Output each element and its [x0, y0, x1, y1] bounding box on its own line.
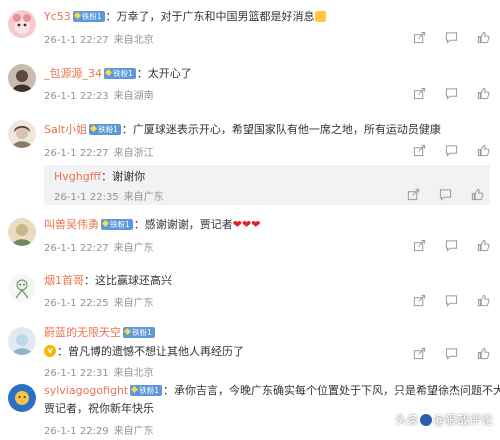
username-link[interactable]: 蔚蓝的无限天空: [44, 326, 121, 339]
username-link[interactable]: _包源源_34: [44, 67, 102, 80]
comment-actions: [394, 143, 490, 157]
comment-location: 来自广东: [113, 426, 154, 437]
comment-time: 26-1-1 22:27: [44, 243, 109, 254]
comment-line: Yc53 铁粉1 ：万幸了，对于广东和中国男篮都是好消息: [44, 9, 326, 25]
share-icon[interactable]: [412, 293, 426, 307]
comment-text: ：万幸了，对于广东和中国男篮都是好消息: [105, 10, 315, 23]
comment-location: 来自广东: [113, 298, 154, 309]
thumbs-up-emoji-icon: [314, 10, 326, 22]
share-icon[interactable]: [412, 86, 426, 100]
comment-icon[interactable]: [444, 346, 458, 360]
fan-badge: 铁粉1: [104, 67, 136, 79]
reply-location: 来自广东: [123, 192, 164, 203]
share-icon[interactable]: [412, 143, 426, 157]
avatar[interactable]: [8, 10, 36, 38]
comment-location: 来自北京: [113, 35, 154, 46]
comment-line: Salt小姐 铁粉1 ：广厦球迷表示开心，希望国家队有他一席之地，所有运动员健康: [44, 122, 441, 138]
username-link[interactable]: 叫兽吴伟勇: [44, 218, 99, 231]
share-icon[interactable]: [412, 346, 426, 360]
avatar[interactable]: [8, 120, 36, 148]
like-icon[interactable]: [476, 293, 490, 307]
comment-meta: 26-1-1 22:31 来自北京: [44, 364, 154, 379]
comment-line: 叫兽吴伟勇 铁粉1 ：感谢谢谢，贾记者❤❤❤: [44, 217, 260, 233]
comment-meta: 26-1-1 22:27 来自北京: [44, 31, 154, 46]
username-link[interactable]: sylviagogofight: [44, 384, 128, 397]
comment-text: ：这比赢球还高兴: [84, 274, 172, 287]
like-icon[interactable]: [476, 30, 490, 44]
comment-time: 26-1-1 22:27: [44, 35, 109, 46]
comment-icon[interactable]: [444, 238, 458, 252]
avatar[interactable]: [8, 384, 36, 412]
reply-username-link[interactable]: Hvghgfff: [54, 170, 101, 183]
reply-line: Hvghgfff：谢谢你: [54, 170, 146, 183]
comment-text: ：太开心了: [136, 67, 192, 80]
fan-badge: 铁粉1: [123, 326, 155, 338]
watermark: 头条 @狠哉评论: [395, 411, 493, 428]
fan-badge: 铁粉1: [89, 123, 121, 135]
comment-icon[interactable]: [444, 86, 458, 100]
comment-time: 26-1-1 22:31: [44, 368, 109, 379]
comment-text-continued: 贾记者，祝你新年快乐: [44, 402, 154, 415]
comment-line: 蔚蓝的无限天空 铁粉1: [44, 325, 156, 341]
comment-location: 来自北京: [113, 368, 154, 379]
comment-time: 26-1-1 22:25: [44, 298, 109, 309]
like-icon[interactable]: [476, 238, 490, 252]
avatar[interactable]: [8, 64, 36, 92]
reply-time: 26-1-1 22:35: [54, 192, 119, 203]
like-icon[interactable]: [476, 143, 490, 157]
avatar[interactable]: [8, 218, 36, 246]
comment-meta: 26-1-1 22:27 来自浙江: [44, 144, 154, 159]
comment-actions: [394, 86, 490, 100]
comment-line: v ：曾凡博的遗憾不想让其他人再经历了: [44, 344, 244, 360]
comment-text: ：广厦球迷表示开心，希望国家队有他一席之地，所有运动员健康: [121, 123, 441, 136]
comment-meta: 26-1-1 22:25 来自广东: [44, 294, 154, 309]
like-icon[interactable]: [476, 346, 490, 360]
like-icon[interactable]: [476, 86, 490, 100]
comment-location: 来自广东: [113, 243, 154, 254]
share-icon[interactable]: [412, 30, 426, 44]
comment-location: 来自湖南: [113, 91, 154, 102]
comment-text: ：曾凡博的遗憾不想让其他人再经历了: [57, 345, 244, 358]
watermark-prefix: 头条: [395, 413, 420, 427]
reply-meta: 26-1-1 22:35 来自广东: [54, 188, 164, 203]
reply-box: Hvghgfff：谢谢你 26-1-1 22:35 来自广东: [44, 165, 490, 205]
comment-location: 来自浙江: [113, 148, 154, 159]
username-link[interactable]: Salt小姐: [44, 123, 87, 136]
comment-text: ：感谢谢谢，贾记者: [133, 218, 233, 231]
fan-badge: 铁粉1: [72, 10, 105, 22]
avatar[interactable]: [8, 274, 36, 302]
comment-actions: [394, 238, 490, 252]
comment-icon[interactable]: [444, 143, 458, 157]
username-link[interactable]: Yc53: [44, 10, 71, 23]
reply-actions: [388, 187, 484, 201]
comment-line: _包源源_34 铁粉1 ：太开心了: [44, 66, 192, 82]
comment-meta: 26-1-1 22:23 来自湖南: [44, 87, 154, 102]
author-logo-icon: [420, 413, 433, 426]
comment-time: 26-1-1 22:23: [44, 91, 109, 102]
comment-actions: [394, 346, 490, 360]
comment-icon[interactable]: [444, 293, 458, 307]
comment-line: 烟1首哥：这比赢球还高兴: [44, 273, 172, 289]
fan-badge: 铁粉1: [101, 218, 133, 230]
comment-line: sylviagogofight 铁粉1 ：承你吉言，今晚广东确实每个位置处于下风，只…: [44, 383, 500, 399]
comment-text: ：承你吉言，今晚广东确实每个位置处于下风，只是希望徐杰问题不大，: [163, 384, 500, 397]
comment-icon[interactable]: [444, 30, 458, 44]
comment-time: 26-1-1 22:29: [44, 426, 109, 437]
reply-text: 谢谢你: [112, 170, 146, 183]
comment-icon[interactable]: [438, 187, 452, 201]
avatar[interactable]: [8, 327, 36, 355]
comment-meta: 26-1-1 22:29 来自广东: [44, 422, 154, 437]
share-icon[interactable]: [412, 238, 426, 252]
fan-badge: 铁粉1: [130, 384, 163, 396]
watermark-author: @狠哉评论: [433, 413, 494, 427]
comment-actions: [394, 30, 490, 44]
comment-time: 26-1-1 22:27: [44, 148, 109, 159]
comment-meta: 26-1-1 22:27 来自广东: [44, 239, 154, 254]
username-link[interactable]: 烟1首哥: [44, 274, 84, 287]
like-icon[interactable]: [470, 187, 484, 201]
verified-icon: v: [44, 345, 56, 357]
heart-emoji-icon: ❤❤❤: [232, 218, 261, 231]
comment-actions: [394, 293, 490, 307]
share-icon[interactable]: [406, 187, 420, 201]
